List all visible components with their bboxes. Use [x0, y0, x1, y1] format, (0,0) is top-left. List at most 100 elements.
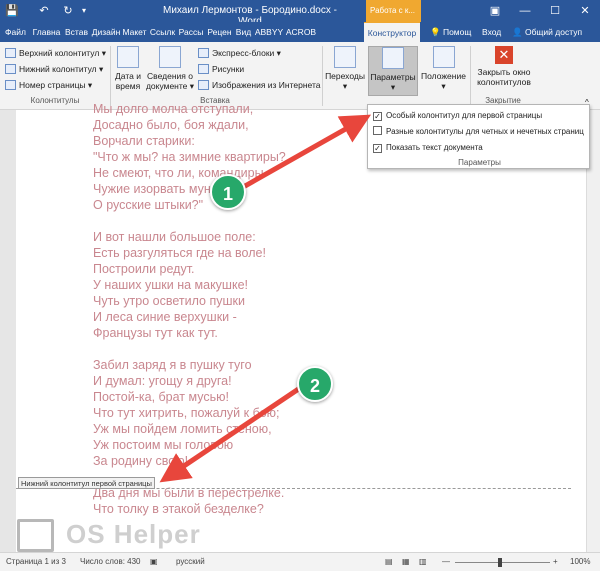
calendar-icon [117, 46, 139, 68]
page-count[interactable]: Страница 1 из 3 [6, 557, 66, 566]
vertical-scrollbar[interactable] [586, 110, 600, 552]
quick-parts-button[interactable]: Экспресс-блоки ▾ [198, 46, 281, 60]
tab-abbyy[interactable]: ABBYY [254, 22, 284, 42]
tab-references[interactable]: Ссылк [149, 22, 176, 42]
zoom-slider[interactable] [455, 562, 550, 563]
save-icon[interactable]: 💾 [4, 3, 20, 19]
footer-icon [5, 64, 16, 74]
tab-layout[interactable]: Макет [121, 22, 148, 42]
print-layout-icon[interactable]: ▦ [402, 557, 410, 566]
page-number-icon [5, 80, 16, 90]
close-label-1: Закрыть окно [477, 67, 531, 77]
poem-line: Есть разгуляться где на воле! [93, 246, 266, 260]
user-icon: 👤 [512, 27, 525, 37]
close-label-2: колонтитулов [477, 77, 531, 87]
zoom-level[interactable]: 100% [570, 557, 590, 566]
chevron-down-icon: ▾ [441, 81, 446, 91]
close-icon: ✕ [495, 46, 513, 64]
zoom-out-icon[interactable]: — [442, 557, 450, 566]
page-number-label: Номер страницы [19, 80, 86, 90]
quick-parts-icon [198, 48, 209, 58]
zoom-in-icon[interactable]: + [553, 557, 558, 566]
minimize-button[interactable]: — [510, 0, 540, 22]
restore-button[interactable]: ☐ [540, 0, 570, 22]
header-icon [5, 48, 16, 58]
page-number-button[interactable]: Номер страницы ▾ [5, 78, 92, 92]
docinfo-label-1: Сведения о [147, 71, 193, 81]
poem-line: И вот нашли большое поле: [93, 230, 256, 244]
online-pictures-label: Изображения из Интернета [212, 80, 321, 90]
close-header-footer-button[interactable]: ✕ Закрыть окно колонтитулов [474, 46, 534, 87]
footer-label: Нижний колонтитул [19, 64, 97, 74]
signin-link[interactable]: Вход [482, 22, 501, 42]
navigation-button[interactable]: Переходы ▾ [325, 46, 365, 91]
checkbox-unchecked-icon [373, 126, 382, 135]
tab-file[interactable]: Файл [3, 22, 28, 42]
poem-line: И леса синие верхушки - [93, 310, 237, 324]
checkbox-checked-icon: ✓ [373, 112, 382, 121]
poem-line: Уж постоим мы головою [93, 438, 234, 452]
poem-line: Ворчали старики: [93, 134, 195, 148]
dropdown-group-label: Параметры [458, 158, 501, 167]
chevron-down-icon: ▾ [390, 82, 396, 92]
poem-line: Мы долго молча отступали, [93, 102, 254, 116]
tab-home[interactable]: Главна [31, 22, 62, 42]
share-label: Общий доступ [524, 27, 583, 37]
options-icon [382, 47, 404, 69]
option-label: Показать текст документа [386, 143, 483, 152]
docinfo-label-2: документе [145, 81, 188, 91]
tell-me-search[interactable]: 💡 Помощ [430, 22, 471, 42]
tab-view[interactable]: Вид [234, 22, 253, 42]
position-button[interactable]: Положение ▾ [421, 46, 466, 91]
poem-line: Досадно было, боя ждали, [93, 118, 249, 132]
docinfo-button[interactable]: Сведения о документе ▾ [145, 46, 195, 91]
tab-acrobat[interactable]: ACROB [285, 22, 317, 42]
online-pictures-button[interactable]: Изображения из Интернета [198, 78, 321, 92]
navigation-label: Переходы [325, 71, 365, 81]
option-different-odd-even[interactable]: Разные колонтитулы для четных и нечетных… [373, 125, 584, 139]
tab-mailings[interactable]: Рассы [177, 22, 205, 42]
header-button[interactable]: Верхний колонтитул ▾ [5, 46, 106, 60]
close-window-button[interactable]: ✕ [570, 0, 600, 22]
document-info-icon [159, 46, 181, 68]
ribbon-options-icon[interactable]: ▣ [480, 0, 510, 22]
footer-tag-label: Нижний колонтитул первой страницы [18, 477, 155, 489]
footer-button[interactable]: Нижний колонтитул ▾ [5, 62, 103, 76]
customize-toolbar-icon[interactable]: ▾ [82, 6, 86, 15]
chevron-down-icon: ▾ [342, 81, 348, 91]
poem-line: Уж мы пойдем ломить стеною, [93, 422, 272, 436]
datetime-label-1: Дата и [115, 71, 141, 81]
lightbulb-icon: 💡 [430, 27, 443, 37]
zoom-slider-handle[interactable] [498, 558, 502, 567]
poem-line: Чуть утро осветило пушки [93, 294, 245, 308]
share-button[interactable]: 👤 Общий доступ [512, 22, 582, 42]
options-label: Параметры [370, 72, 416, 82]
options-button[interactable]: Параметры ▾ [368, 46, 418, 96]
watermark-text: OS Helper [66, 519, 201, 549]
datetime-label-2: время [115, 81, 141, 91]
tab-insert[interactable]: Встав [63, 22, 90, 42]
read-mode-icon[interactable]: ▤ [385, 557, 393, 566]
undo-icon[interactable]: ↶ [36, 3, 52, 19]
option-different-first-page[interactable]: ✓ Особый колонтитул для первой страницы [373, 109, 542, 123]
word-count[interactable]: Число слов: 430 [80, 557, 140, 566]
proofing-icon[interactable]: ▣ [150, 557, 158, 566]
datetime-button[interactable]: Дата и время [113, 46, 143, 91]
navigation-icon [334, 46, 356, 68]
pictures-button[interactable]: Рисунки [198, 62, 244, 76]
web-layout-icon[interactable]: ▥ [419, 557, 427, 566]
language-indicator[interactable]: русский [176, 557, 205, 566]
position-label: Положение [421, 71, 466, 81]
step-badge-2: 2 [297, 366, 333, 402]
tab-design[interactable]: Дизайн [91, 22, 121, 42]
pictures-label: Рисунки [212, 64, 245, 74]
option-show-document-text[interactable]: ✓ Показать текст документа [373, 141, 483, 155]
options-dropdown: ✓ Особый колонтитул для первой страницы Р… [367, 104, 590, 169]
poem-line: У наших ушки на макушке! [93, 278, 248, 292]
tab-review[interactable]: Рецен [205, 22, 234, 42]
redo-icon[interactable]: ↻ [60, 3, 76, 19]
tab-constructor[interactable]: Конструктор [364, 22, 420, 42]
watermark-logo-icon [17, 519, 54, 552]
poem-line: "Что ж мы? на зимние квартиры? [93, 150, 286, 164]
poem-line: О русские штыки?" [93, 198, 204, 212]
